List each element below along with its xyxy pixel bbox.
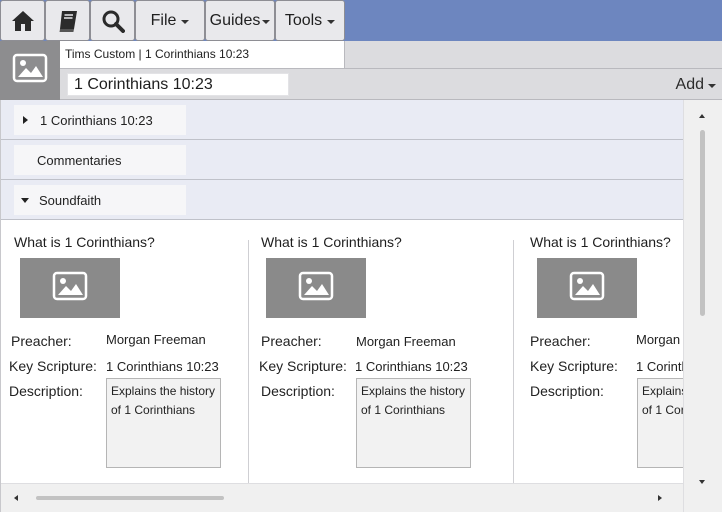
description-label: Description: [261, 383, 335, 399]
key-scripture-label: Key Scripture: [259, 358, 347, 374]
add-button[interactable]: Add [676, 76, 716, 94]
search-icon [101, 9, 125, 33]
section-header-passage[interactable]: 1 Corinthians 10:23 [14, 105, 186, 135]
section-passage: 1 Corinthians 10:23 [1, 100, 683, 140]
chevron-down-icon [327, 19, 336, 24]
description-label: Description: [9, 383, 83, 399]
scroll-down-icon[interactable] [699, 480, 705, 484]
description-box: Explains the history of 1 Corinthians [356, 378, 471, 468]
home-icon [11, 10, 35, 32]
horizontal-scrollbar[interactable] [1, 483, 683, 512]
book-icon [56, 9, 80, 33]
sermon-title[interactable]: What is 1 Corinthians? [530, 234, 671, 250]
collapse-arrow-icon [21, 197, 29, 203]
description-box: Explains the history of 1 Corinthians [106, 378, 221, 468]
breadcrumb-tab[interactable]: Tims Custom | 1 Corinthians 10:23 [60, 41, 345, 68]
key-scripture-value: 1 Corinthians 10:23 [355, 359, 468, 374]
file-menu-label: File [150, 11, 177, 29]
add-button-label: Add [675, 76, 704, 93]
header-divider [60, 68, 722, 69]
sermon-thumbnail[interactable] [266, 258, 366, 318]
scroll-right-icon[interactable] [658, 495, 662, 501]
layout-image-button[interactable] [0, 41, 60, 100]
sermon-title[interactable]: What is 1 Corinthians? [14, 234, 155, 250]
image-icon [52, 271, 88, 306]
section-label: 1 Corinthians 10:23 [40, 112, 153, 128]
file-menu-button[interactable]: File [135, 0, 205, 41]
scroll-left-icon[interactable] [14, 495, 18, 501]
key-scripture-label: Key Scripture: [530, 358, 618, 374]
bible-button[interactable] [45, 0, 90, 41]
expand-arrow-icon [23, 116, 28, 124]
section-header-soundfaith[interactable]: Soundfaith [14, 185, 186, 215]
breadcrumb: Tims Custom | 1 Corinthians 10:23 [65, 47, 250, 61]
description-label: Description: [530, 383, 604, 399]
image-icon [12, 53, 48, 88]
main-panel: 1 Corinthians 10:23 Commentaries Soundfa… [0, 100, 722, 512]
preacher-label: Preacher: [11, 333, 72, 349]
chevron-down-icon [262, 19, 271, 24]
tools-menu-button[interactable]: Tools [275, 0, 345, 41]
sermon-thumbnail[interactable] [20, 258, 120, 318]
section-commentaries: Commentaries [1, 140, 683, 180]
chevron-down-icon [181, 19, 190, 24]
sermon-title[interactable]: What is 1 Corinthians? [261, 234, 402, 250]
description-box: Explains the history of 1 Corinthians [637, 378, 683, 468]
preacher-value: Morgan Freeman [356, 334, 456, 349]
image-icon [298, 271, 334, 306]
key-scripture-value: 1 Corinthians 10:23 [636, 359, 683, 374]
sermon-thumbnail[interactable] [537, 258, 637, 318]
key-scripture-label: Key Scripture: [9, 358, 97, 374]
vertical-scrollbar[interactable] [683, 100, 722, 512]
vertical-scroll-thumb[interactable] [700, 130, 705, 316]
sermon-list: What is 1 Corinthians? Preacher: Morgan … [1, 220, 683, 483]
horizontal-scroll-thumb[interactable] [36, 496, 224, 500]
reference-input[interactable]: 1 Corinthians 10:23 [67, 73, 289, 96]
guides-menu-button[interactable]: Guides [205, 0, 275, 41]
section-header-commentaries[interactable]: Commentaries [14, 145, 186, 175]
preacher-label: Preacher: [530, 333, 591, 349]
preacher-label: Preacher: [261, 333, 322, 349]
key-scripture-value: 1 Corinthians 10:23 [106, 359, 219, 374]
section-label: Commentaries [37, 152, 122, 168]
chevron-down-icon [708, 84, 716, 88]
section-soundfaith: Soundfaith [1, 180, 683, 220]
section-label: Soundfaith [39, 192, 102, 208]
sermon-card[interactable]: What is 1 Corinthians? Preacher: Morgan … [514, 220, 683, 483]
scroll-up-icon[interactable] [699, 114, 705, 118]
home-button[interactable] [0, 0, 45, 41]
sermon-card[interactable]: What is 1 Corinthians? Preacher: Morgan … [1, 220, 248, 483]
search-button[interactable] [90, 0, 135, 41]
tools-menu-label: Tools [284, 11, 323, 29]
guides-menu-label: Guides [209, 11, 261, 29]
sermon-card[interactable]: What is 1 Corinthians? Preacher: Morgan … [249, 220, 513, 483]
image-icon [569, 271, 605, 306]
top-toolbar: File Guides Tools [0, 0, 722, 41]
preacher-value: Morgan Freeman [106, 332, 206, 347]
layout-header: Tims Custom | 1 Corinthians 10:23 1 Cori… [0, 41, 722, 100]
preacher-value: Morgan Freeman [636, 332, 683, 347]
